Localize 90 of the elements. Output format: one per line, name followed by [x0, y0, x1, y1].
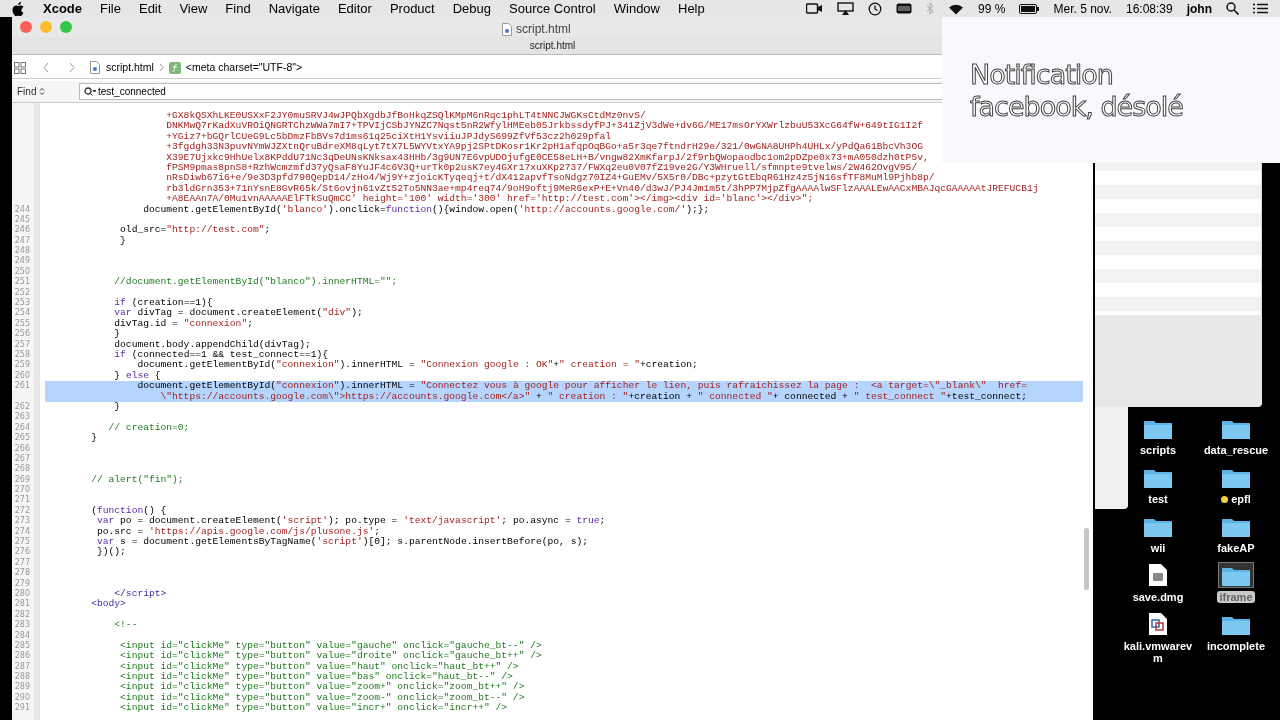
code-line: } else {	[113, 370, 162, 381]
code-line: old_src="http://test.com";	[119, 225, 272, 236]
line-number: 286	[14, 651, 30, 661]
code-line: // alert("fin");	[90, 474, 185, 486]
code-line: (function() {	[90, 505, 168, 516]
line-number: 270	[14, 485, 30, 495]
line-number: 273	[14, 516, 30, 526]
code-line: divTag.id = "connexion";	[113, 318, 254, 329]
line-number: 274	[14, 526, 30, 536]
code-line: }	[119, 235, 127, 247]
line-number: 291	[14, 703, 30, 713]
code-line: var po = document.createElement('script'); po.type = 'text/javascript'; po.async = true;	[95, 516, 607, 527]
code-line: var s = document.getElementsByTagName('script')[0]; s.parentNode.insertBefore(po, s);	[95, 537, 589, 547]
line-number: 281	[14, 599, 30, 609]
code-line: if (connected==1 && test_connect==1){	[113, 350, 330, 360]
line-number: 249	[14, 256, 30, 266]
line-number: 285	[14, 640, 30, 650]
code-line: <input id="clickMe" type="button" value="incr+" onclick="incr++" />	[119, 703, 509, 714]
line-number: 268	[14, 464, 30, 474]
line-number: 244	[14, 204, 30, 214]
code-line: }	[113, 329, 122, 340]
line-number: 267	[14, 453, 30, 463]
line-number: 279	[14, 578, 30, 588]
code-line: <input id="clickMe" type="button" value="zoom+" onclick="zoom_bt++" />	[119, 682, 526, 693]
code-line: +3fgdgh33N3puvNYmWJZXtnQruBdreXM8qLyt7tX7L5WYVtxYA9pj2SPtDKosr1Kr2pH1afqpOqBGo+a5r3qe7ftndrH29e/321/0wGNA8UHPh4UHLx/yPdQa61BbcVh3OG	[165, 142, 924, 153]
line-number: 277	[14, 557, 30, 567]
line-number: 251	[14, 277, 30, 287]
line-number: 259	[14, 360, 30, 370]
code-line: rb3ldGrn353+71nYsnE8GvR65k/St6ovjn61vZt52To5NN3ae+mp4req74/9oH9oftj9MeR6exP+E+Vn40/d3wJ/PJ4Jm1m5t/3hPP7MjpZfgAAAAlwSFlzAAALEwAACxMBAJqcGAAAAAtJREFUCB1j	[165, 183, 1040, 194]
line-number: 264	[14, 422, 30, 432]
code-line: })();	[95, 547, 127, 558]
line-number: 245	[14, 214, 30, 224]
code-line: <body>	[90, 599, 127, 610]
code-line: po.src = 'https://apis.google.com/js/plusone.js';	[95, 526, 381, 537]
code-line: +GX8kQSXhLKE0USXxF2JY0muSRVJ4wJPQbXgdbJfBoHkqZSQlKMpM6nRqc1phLT4tNNCJWGKsCtdMz0nvS/	[165, 111, 647, 121]
line-number: 248	[14, 246, 30, 256]
code-line: <input id="clickMe" type="button" value="zoom-" onclick="zoom_bt--" />	[119, 692, 526, 703]
line-number: 265	[14, 433, 30, 443]
code-line: nRsDiwb67i6+e/9e3D3pfd790QepD14/zHo4/Wj9Y+zjoicKTyqeqj+t/dX412apvfTsoNdgz70IZ4+GuEMv/5X5r0/DBc+pzytGtEbqR61Hz4z5jN16sfTF8MuMl9Pjhb8p/	[165, 173, 936, 184]
line-number: 272	[14, 505, 30, 515]
line-number: 255	[14, 318, 30, 328]
code-line: var divTag = document.createElement("div");	[113, 308, 364, 319]
code-line: +YGiz7+bGQrlCUeG9Lc5bDmzFbBVs7d1ms61q25ciXtH1YsviiuJPJdyS699ZfVf53cz2h029pfal	[165, 131, 613, 142]
code-line: </script>	[113, 588, 168, 599]
line-number: 262	[14, 401, 30, 411]
line-number: 290	[14, 692, 30, 702]
line-number: 283	[14, 620, 30, 630]
window-title: script.html	[516, 21, 571, 38]
code-line: DNKMwQ7rKadXuVROiQNGRTChzWWa7mI7+TPVIjCSbJYNZC7Nqst5nR2WfylHMEeb05JrkbssdyfPJ+341ZjV3dWe+dv6G/ME17msOrYXWrlzbuU53XcG64fW+649tIG1I2f	[165, 121, 924, 132]
line-number: 250	[14, 266, 30, 276]
line-number: 253	[14, 298, 30, 308]
code-line: <input id="clickMe" type="button" value="haut" onclick="haut_bt++" />	[119, 661, 520, 672]
line-number: 288	[14, 672, 30, 682]
code-line: <!--	[113, 620, 139, 631]
line-number: 280	[14, 588, 30, 598]
line-number: 269	[14, 474, 30, 484]
line-number: 284	[14, 630, 30, 640]
battery-percentage: 99 %	[978, 0, 1006, 18]
line-number: 246	[14, 225, 30, 235]
code-line: <input id="clickMe" type="button" value="droite" onclick="gauche_bt++" />	[119, 651, 543, 662]
code-line: +A8EAAn7A/0Mu1vnAAAAAElFTkSuQmCC' height='100' width='300' href='http://test.com'></img><div id='blanc'></div>";	[165, 194, 815, 205]
code-line: <input id="clickMe" type="button" value="bas" onclick="haut_bt--" />	[119, 672, 513, 683]
code-line: document.body.appendChild(divTag);	[113, 339, 311, 350]
line-number: 278	[14, 568, 30, 578]
line-number: 254	[14, 308, 30, 318]
line-number: 276	[14, 547, 30, 557]
code-line: fPSM9pmas8pnS8+RzhWcmzmfd37yQsaF8YuJF4c6V3Q+urTk0p2usK7ey4GXr17xuXKp2737/FWXq2eu0V07fZ19ve2G/Y3WHruell/sfmnpte9tvelws/2W462OvgV95/	[165, 162, 918, 173]
code-line: document.getElementById('blanco').onclick=function(){window.open('http://accounts.google.com/');};	[142, 204, 711, 215]
line-number: 266	[14, 443, 30, 453]
code-line: }	[113, 401, 122, 413]
line-number: 287	[14, 661, 30, 671]
code-line: if (creation==1){	[113, 298, 213, 309]
line-number: 271	[14, 495, 30, 505]
line-number: 282	[14, 609, 30, 619]
code-line: // creation=0;	[107, 422, 191, 434]
line-number: 247	[14, 235, 30, 245]
line-number: 289	[14, 682, 30, 692]
line-number: 263	[14, 412, 30, 422]
line-number: 257	[14, 339, 30, 349]
code-line: <input id="clickMe" type="button" value="gauche" onclick="gauche_bt--" />	[119, 640, 543, 651]
line-number: 261	[14, 381, 30, 391]
code-line: X39E7Ujxkc9HhUelx8KPddU71Nc3qDeUNsKNksax43HHb/3g9UN7E6vpUDOjufgE0CE58eLH+B/vngw82XmKfarpJ/2f9rbQWopaodbc1om2pDZpe0x73+mA050dzh0tP5v,	[165, 152, 930, 163]
line-number: 260	[14, 370, 30, 380]
code-line: }	[90, 433, 98, 444]
line-number: 258	[14, 350, 30, 359]
line-number: 275	[14, 537, 30, 546]
code-line: document.getElementById("connexion").innerHTML = "Connexion google : OK"+" creation = "+creation;	[136, 360, 699, 371]
code-line: //document.getElementById("blanco").innerHTML="";	[113, 277, 399, 288]
line-number: 256	[14, 329, 30, 339]
line-number: 252	[14, 287, 30, 297]
